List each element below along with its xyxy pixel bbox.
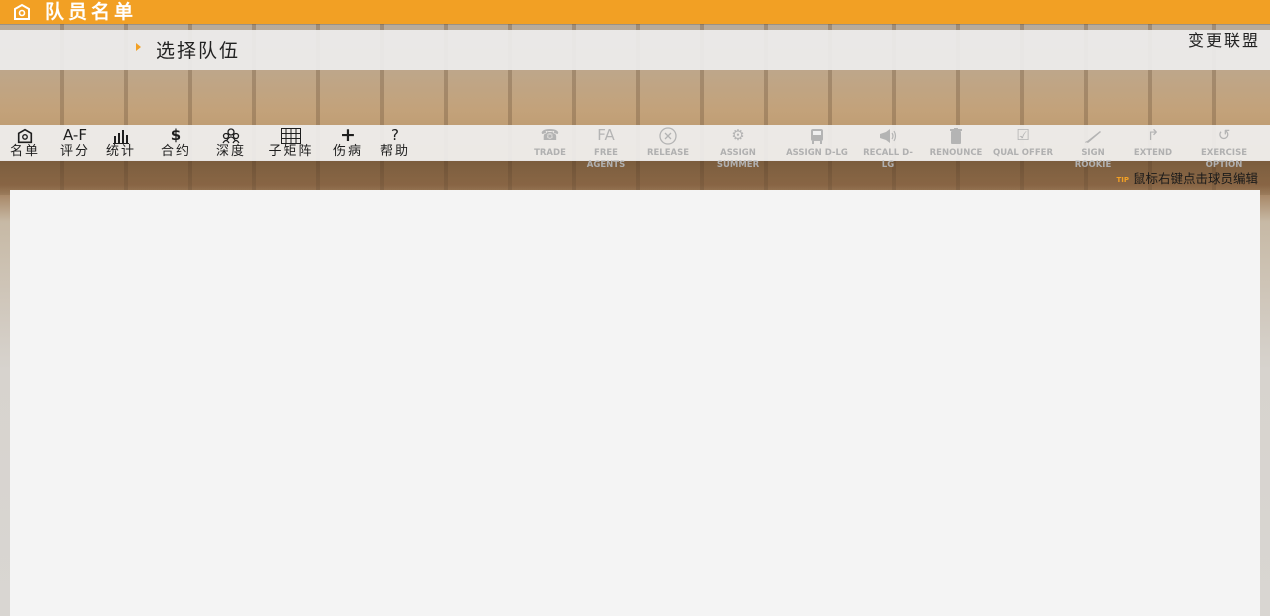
roster-icon[interactable] bbox=[12, 3, 32, 21]
rating-af-icon: A-F bbox=[63, 126, 87, 144]
tool-label: 名单 bbox=[9, 144, 40, 159]
arrow-right-icon bbox=[136, 43, 141, 51]
tool-label: 统计 bbox=[105, 144, 136, 159]
tool-roster[interactable]: 名单 bbox=[6, 125, 44, 161]
change-league-link[interactable]: 变更联盟 bbox=[1188, 27, 1260, 51]
depth-people-icon bbox=[212, 125, 250, 145]
action-label: QUAL OFFER bbox=[992, 148, 1053, 158]
action-renounce[interactable]: RENOUNCE bbox=[928, 125, 984, 161]
action-release[interactable]: RELEASE bbox=[646, 125, 690, 161]
checkbox-icon: ☑ bbox=[1016, 126, 1030, 144]
action-assign-summer[interactable]: ⚙ ASSIGN SUMMER bbox=[698, 125, 778, 170]
action-sign-rookie[interactable]: SIGN ROOKIE bbox=[1062, 125, 1124, 170]
tip-badge: TIP bbox=[1116, 175, 1129, 184]
bus-icon bbox=[786, 125, 848, 145]
gear-icon: ⚙ bbox=[731, 126, 745, 144]
arrow-right-icon: ↱ bbox=[1146, 126, 1160, 144]
tool-contracts[interactable]: $ 合约 bbox=[157, 125, 195, 161]
hint-message: 鼠标右键点击球员编辑 bbox=[1132, 171, 1258, 186]
dollar-icon: $ bbox=[170, 126, 182, 144]
action-recall-dlg[interactable]: RECALL D-LG bbox=[857, 125, 919, 170]
action-label: RENOUNCE bbox=[929, 148, 983, 158]
phone-icon: ☎ bbox=[540, 126, 560, 144]
roster-panel bbox=[10, 190, 1260, 616]
action-label: FREE AGENTS bbox=[586, 148, 626, 170]
action-qual-offer[interactable]: ☑ QUAL OFFER bbox=[992, 125, 1054, 161]
plus-icon: + bbox=[340, 124, 356, 146]
title-bar: 队员名单 bbox=[0, 0, 1270, 24]
action-label: EXTEND bbox=[1133, 148, 1173, 158]
action-assign-dlg[interactable]: ASSIGN D-LG bbox=[786, 125, 848, 161]
trash-icon bbox=[928, 125, 984, 145]
stats-bars-icon bbox=[102, 125, 140, 145]
tool-label: 评分 bbox=[59, 144, 90, 159]
action-label: ASSIGN SUMMER bbox=[716, 148, 760, 170]
action-label: SIGN ROOKIE bbox=[1074, 148, 1112, 170]
tool-label: 合约 bbox=[160, 144, 191, 159]
action-free-agents[interactable]: FA FREE AGENTS bbox=[575, 125, 637, 170]
tool-label: 深度 bbox=[215, 144, 246, 159]
undo-icon: ↺ bbox=[1217, 126, 1231, 144]
tool-stats[interactable]: 统计 bbox=[102, 125, 140, 161]
roster-icon bbox=[6, 125, 44, 145]
pen-icon bbox=[1062, 125, 1124, 145]
action-exercise-option[interactable]: ↺ EXERCISE OPTION bbox=[1182, 125, 1266, 170]
action-extend[interactable]: ↱ EXTEND bbox=[1132, 125, 1174, 161]
action-label: ASSIGN D-LG bbox=[786, 148, 848, 158]
page-title: 队员名单 bbox=[45, 1, 138, 23]
action-label: RECALL D-LG bbox=[863, 148, 913, 170]
fa-icon: FA bbox=[597, 126, 615, 144]
action-label: TRADE bbox=[534, 148, 566, 158]
release-x-icon bbox=[646, 125, 690, 145]
action-trade[interactable]: ☎ TRADE bbox=[530, 125, 570, 161]
megaphone-icon bbox=[857, 125, 919, 145]
toolbar: 名单 A-F 评分 统计 $ 合约 深度 子矩阵 + 伤病 ? 帮助 ☎ TRA… bbox=[0, 125, 1270, 170]
team-select-band: 选择队伍 变更联盟 bbox=[0, 30, 1270, 70]
tool-injuries[interactable]: + 伤病 bbox=[330, 125, 366, 161]
tool-label: 伤病 bbox=[332, 144, 363, 159]
tool-ratings[interactable]: A-F 评分 bbox=[56, 125, 94, 161]
hint-text: TIP 鼠标右键点击球员编辑 bbox=[1116, 168, 1258, 187]
action-label: RELEASE bbox=[646, 148, 690, 158]
help-icon: ? bbox=[391, 126, 399, 144]
tool-label: 帮助 bbox=[379, 144, 410, 159]
tool-help[interactable]: ? 帮助 bbox=[377, 125, 413, 161]
grid-icon bbox=[266, 125, 316, 145]
select-team-link[interactable]: 选择队伍 bbox=[156, 36, 240, 63]
tool-depth[interactable]: 深度 bbox=[212, 125, 250, 161]
tool-label: 子矩阵 bbox=[268, 144, 314, 159]
tool-submatrix[interactable]: 子矩阵 bbox=[266, 125, 316, 161]
